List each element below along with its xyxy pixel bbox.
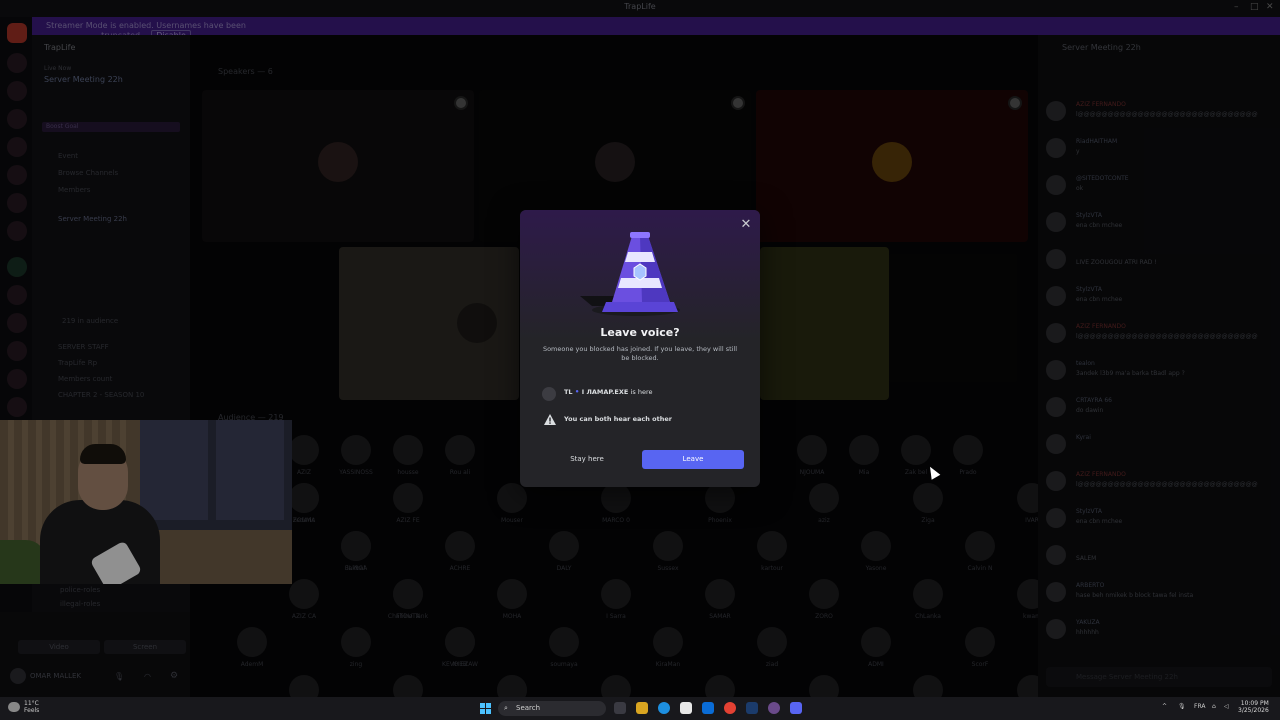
weather-text: Feels bbox=[24, 707, 40, 714]
leave-voice-modal: ✕ Leave voice? Someone you blocked has j… bbox=[520, 210, 760, 487]
start-icon[interactable] bbox=[480, 703, 491, 714]
language-indicator[interactable]: FRA bbox=[1194, 703, 1205, 710]
tray-chevron-icon[interactable]: ^ bbox=[1162, 703, 1167, 710]
separator-dot-icon: • bbox=[574, 388, 582, 396]
store-icon[interactable] bbox=[680, 702, 692, 714]
close-icon[interactable]: ✕ bbox=[739, 218, 753, 232]
blocked-user-suffix: is here bbox=[630, 388, 653, 396]
time: 10:09 PM bbox=[1240, 700, 1269, 707]
taskbar: 11°C Feels ⌕ Search ^ 🎙 FRA ⌂ ◁ 10:09 PM… bbox=[0, 697, 1280, 720]
blocked-user-name: I ЛAMAP.EXE bbox=[581, 388, 629, 396]
mic-tray-icon[interactable]: 🎙 bbox=[1178, 703, 1186, 710]
steam-icon[interactable] bbox=[746, 702, 758, 714]
taskbar-search[interactable]: ⌕ Search bbox=[498, 701, 606, 716]
chrome-icon[interactable] bbox=[724, 702, 736, 714]
task-view-icon[interactable] bbox=[614, 702, 626, 714]
search-icon: ⌕ bbox=[504, 704, 508, 712]
modal-description: Someone you blocked has joined. If you l… bbox=[542, 345, 738, 362]
weather-widget[interactable]: 11°C Feels bbox=[24, 700, 39, 714]
weather-icon bbox=[8, 702, 20, 712]
volume-icon[interactable]: ◁ bbox=[1224, 703, 1229, 710]
app-icon[interactable] bbox=[768, 702, 780, 714]
stay-here-button[interactable]: Stay here bbox=[536, 450, 638, 469]
mail-icon[interactable] bbox=[702, 702, 714, 714]
network-icon[interactable]: ⌂ bbox=[1212, 703, 1216, 710]
user-tag: TL bbox=[564, 388, 573, 396]
warning-icon bbox=[544, 414, 556, 425]
clock[interactable]: 10:09 PM 3/25/2026 bbox=[1238, 700, 1269, 714]
file-explorer-icon[interactable] bbox=[636, 702, 648, 714]
temperature: 11°C bbox=[24, 700, 39, 707]
warning-text: You can both hear each other bbox=[564, 415, 672, 423]
modal-title: Leave voice? bbox=[600, 326, 680, 339]
discord-icon[interactable] bbox=[790, 702, 802, 714]
traffic-cone-icon bbox=[580, 232, 680, 316]
edge-icon[interactable] bbox=[658, 702, 670, 714]
search-label: Search bbox=[516, 704, 541, 712]
date: 3/25/2026 bbox=[1238, 707, 1269, 714]
blocked-user-row: TL • I ЛAMAP.EXE is here bbox=[564, 388, 652, 396]
leave-button[interactable]: Leave bbox=[642, 450, 744, 469]
blocked-user-avatar bbox=[542, 387, 556, 401]
